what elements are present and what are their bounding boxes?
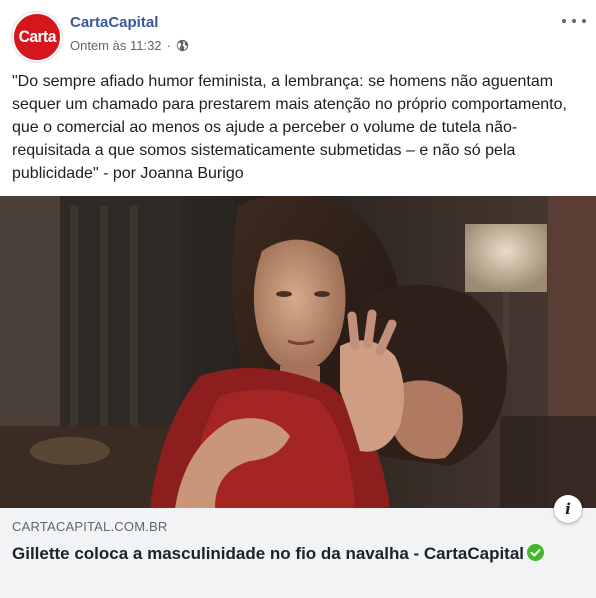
link-preview-card[interactable]: CARTACAPITAL.COM.BR Gillette coloca a ma… [0,508,596,598]
post-meta: Ontem às 11:32 · [70,38,189,53]
link-title-text: Gillette coloca a masculinidade no fio d… [12,544,525,563]
post-header: Carta CartaCapital Ontem às 11:32 · [0,0,596,66]
meta-separator: · [166,38,171,53]
page-name-link[interactable]: CartaCapital [70,14,158,31]
info-icon[interactable]: i [554,495,582,523]
more-horizontal-icon [562,19,566,23]
link-domain: CARTACAPITAL.COM.BR [12,519,168,534]
post-timestamp[interactable]: Ontem às 11:32 [70,38,162,53]
globe-icon[interactable] [176,39,189,52]
post-body-text: "Do sempre afiado humor feminista, a lem… [12,73,567,182]
link-title[interactable]: Gillette coloca a masculinidade no fio d… [12,542,572,566]
more-dot [572,19,576,23]
page-avatar[interactable]: Carta [12,12,62,62]
link-preview-image[interactable] [0,196,596,508]
avatar-logo-text: Carta [18,27,56,46]
verified-check-icon [527,544,545,561]
more-options-button[interactable] [562,12,586,30]
more-dot [582,19,586,23]
